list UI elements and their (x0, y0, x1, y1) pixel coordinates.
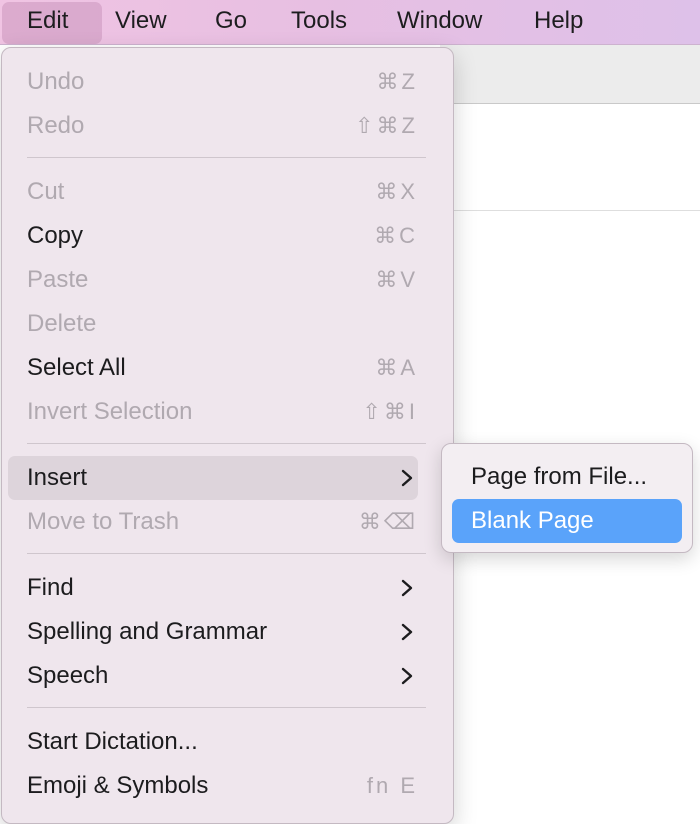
edit-menu: Undo ⌘Z Redo ⇧⌘Z Cut ⌘X Copy ⌘C Paste ⌘V… (1, 47, 454, 824)
menu-item-label: Emoji & Symbols (27, 772, 209, 799)
menu-item-insert[interactable]: Insert (8, 456, 418, 500)
background-window-content (440, 104, 700, 211)
menubar-tools[interactable]: Tools (291, 0, 347, 44)
shortcut-label: ⌘X (375, 179, 418, 204)
chevron-right-icon (401, 667, 413, 685)
menu-item-label: Insert (27, 464, 88, 491)
chevron-right-icon (401, 469, 413, 487)
insert-submenu: Page from File... Blank Page (441, 443, 693, 553)
submenu-item-page-from-file[interactable]: Page from File... (452, 455, 682, 499)
shortcut-label: ⌘Z (376, 69, 418, 94)
shortcut-label: fn E (366, 773, 418, 798)
menu-item-label: Speech (27, 662, 109, 689)
menu-item-label: Delete (27, 310, 97, 337)
menubar-edit[interactable]: Edit (2, 2, 102, 44)
menu-item-undo[interactable]: Undo ⌘Z (8, 60, 418, 104)
menu-item-move-to-trash[interactable]: Move to Trash ⌘⌫ (8, 500, 418, 544)
menu-item-label: Move to Trash (27, 508, 180, 535)
menu-item-cut[interactable]: Cut ⌘X (8, 170, 418, 214)
menu-item-copy[interactable]: Copy ⌘C (8, 214, 418, 258)
menu-item-find[interactable]: Find (8, 566, 418, 610)
menu-item-label: Select All (27, 354, 126, 381)
shortcut-label: ⌘C (374, 223, 418, 248)
menu-item-label: Undo (27, 68, 85, 95)
menu-separator (27, 443, 426, 444)
menubar-window[interactable]: Window (397, 0, 482, 44)
shortcut-label: ⌘V (375, 267, 418, 292)
menubar-help[interactable]: Help (534, 0, 583, 44)
submenu-item-label: Blank Page (471, 507, 594, 534)
menu-separator (27, 707, 426, 708)
chevron-right-icon (401, 579, 413, 597)
background-window-toolbar (440, 45, 700, 104)
shortcut-label: ⌘⌫ (358, 509, 418, 534)
menu-bar: Edit View Go Tools Window Help (0, 0, 700, 45)
menu-item-redo[interactable]: Redo ⇧⌘Z (8, 104, 418, 148)
shortcut-label: ⇧⌘I (362, 399, 418, 424)
menubar-view[interactable]: View (115, 0, 167, 44)
submenu-item-blank-page[interactable]: Blank Page (452, 499, 682, 543)
menubar-edit-label: Edit (27, 7, 69, 34)
menu-item-emoji-and-symbols[interactable]: Emoji & Symbols fn E (8, 764, 418, 808)
menu-item-label: Spelling and Grammar (27, 618, 268, 645)
menubar-go[interactable]: Go (215, 0, 247, 44)
menu-item-paste[interactable]: Paste ⌘V (8, 258, 418, 302)
menu-item-delete[interactable]: Delete (8, 302, 418, 346)
menu-item-label: Cut (27, 178, 65, 205)
menu-item-label: Copy (27, 222, 84, 249)
menu-separator (27, 553, 426, 554)
menu-item-label: Paste (27, 266, 89, 293)
menu-item-invert-selection[interactable]: Invert Selection ⇧⌘I (8, 390, 418, 434)
menu-item-spelling-and-grammar[interactable]: Spelling and Grammar (8, 610, 418, 654)
menu-item-speech[interactable]: Speech (8, 654, 418, 698)
menu-item-label: Find (27, 574, 74, 601)
menu-item-select-all[interactable]: Select All ⌘A (8, 346, 418, 390)
chevron-right-icon (401, 623, 413, 641)
menu-separator (27, 157, 426, 158)
menu-item-label: Redo (27, 112, 85, 139)
menu-item-label: Start Dictation... (27, 728, 198, 755)
submenu-item-label: Page from File... (471, 463, 648, 490)
shortcut-label: ⇧⌘Z (355, 113, 418, 138)
menu-item-label: Invert Selection (27, 398, 193, 425)
menu-item-start-dictation[interactable]: Start Dictation... (8, 720, 418, 764)
shortcut-label: ⌘A (375, 355, 418, 380)
